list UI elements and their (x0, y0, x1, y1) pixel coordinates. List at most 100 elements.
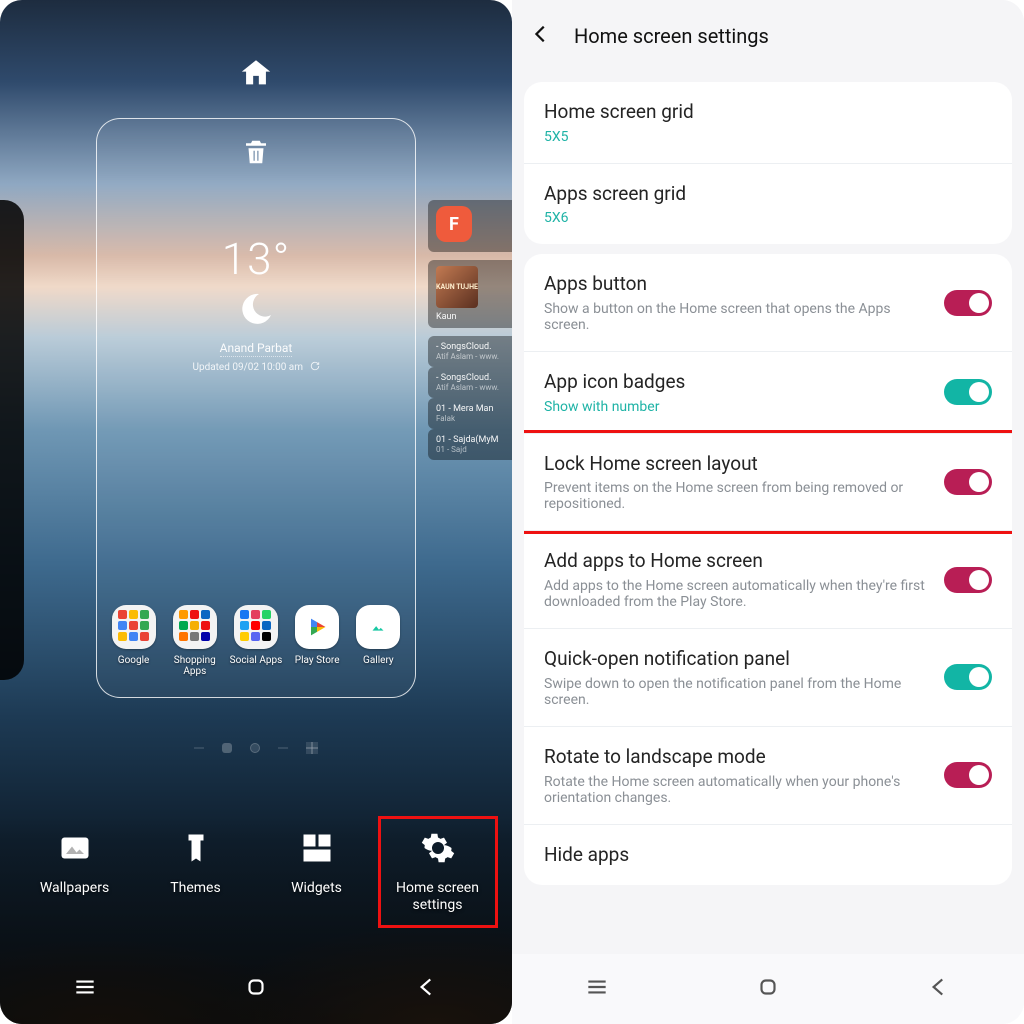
action-label: Home screen settings (383, 880, 493, 914)
track-title: - SongsCloud. (436, 342, 510, 352)
home-screen-settings-icon (420, 830, 456, 870)
home-page-thumbnail[interactable]: 13° Anand Parbat Updated 09/02 10:00 am … (96, 118, 416, 698)
setting-add-apps-to-home-screen[interactable]: Add apps to Home screen Add apps to the H… (524, 530, 1012, 628)
flipboard-icon: F (436, 206, 472, 242)
themes-button[interactable]: Themes (141, 830, 251, 914)
default-home-indicator-icon[interactable] (239, 56, 273, 94)
weather-updated: Updated 09/02 10:00 am (97, 361, 415, 374)
system-nav-bar (0, 954, 512, 1024)
queue-track[interactable]: - SongsCloud.Atif Aslam - www. (428, 336, 512, 367)
weather-location: Anand Parbat (220, 341, 293, 357)
nav-recents-button[interactable] (72, 974, 98, 1004)
queue-track[interactable]: 01 - Mera ManFalak (428, 398, 512, 429)
nav-recents-button[interactable] (584, 974, 610, 1004)
setting-subtitle: 5X6 (544, 210, 978, 226)
app-label: Gallery (363, 655, 394, 666)
setting-title: Quick-open notification panel (544, 647, 930, 672)
weather-temp: 13° (97, 233, 415, 285)
app-gallery[interactable]: Gallery (350, 605, 406, 677)
nav-home-button[interactable] (755, 974, 781, 1004)
play-store-icon (295, 605, 339, 649)
setting-subtitle: Swipe down to open the notification pane… (544, 676, 930, 708)
nav-back-button[interactable] (414, 974, 440, 1004)
music-title: Kaun (436, 312, 510, 322)
music-widget[interactable]: KAUN TUJHE Kaun (428, 260, 512, 328)
toggle-app-icon-badges[interactable] (944, 379, 992, 405)
next-page-peek[interactable]: F KAUN TUJHE Kaun - SongsCloud.Atif Asla… (428, 200, 512, 460)
toggle-add-apps-to-home-screen[interactable] (944, 567, 992, 593)
setting-apps-button[interactable]: Apps buttonShow a button on the Home scr… (524, 254, 1012, 351)
track-artist: Atif Aslam - www. (436, 383, 510, 392)
page-title: Home screen settings (574, 24, 769, 48)
app-label: Shopping Apps (167, 655, 223, 677)
flipboard-widget[interactable]: F (428, 200, 512, 252)
wallpapers-icon (57, 830, 93, 870)
track-artist: 01 - Sajd (436, 445, 510, 454)
setting-rotate-to-landscape-mode[interactable]: Rotate to landscape mode Rotate the Home … (524, 726, 1012, 824)
queue-track[interactable]: - SongsCloud.Atif Aslam - www. (428, 367, 512, 398)
page-indicator[interactable] (194, 742, 318, 754)
back-button[interactable] (530, 23, 552, 50)
app-label: Social Apps (230, 655, 283, 666)
weather-widget[interactable]: 13° Anand Parbat Updated 09/02 10:00 am (97, 233, 415, 374)
setting-title: Rotate to landscape mode (544, 745, 930, 770)
setting-home-screen-grid[interactable]: Home screen grid5X5 (524, 82, 1012, 163)
folder-icon (112, 605, 156, 649)
nav-back-button[interactable] (926, 974, 952, 1004)
setting-quick-open-notification-panel[interactable]: Quick-open notification panel Swipe down … (524, 628, 1012, 726)
action-label: Themes (170, 880, 220, 897)
settings-group: Home screen grid5X5 Apps screen grid 5X6 (524, 82, 1012, 244)
home-screen-settings-screen: Home screen settings Home screen grid5X5… (512, 0, 1024, 1024)
widgets-button[interactable]: Widgets (262, 830, 372, 914)
toggle-quick-open-notification-panel[interactable] (944, 664, 992, 690)
setting-subtitle: Prevent items on the Home screen from be… (544, 480, 930, 512)
setting-title: Hide apps (544, 843, 978, 868)
action-label: Widgets (291, 880, 342, 897)
setting-subtitle: Show with number (544, 399, 930, 415)
track-artist: Falak (436, 414, 510, 423)
editor-action-bar: Wallpapers Themes Widgets Home screen setti… (0, 830, 512, 914)
gallery-icon (356, 605, 400, 649)
setting-subtitle: 5X5 (544, 129, 978, 145)
queue-track[interactable]: 01 - Sajda(MyM01 - Sajd (428, 429, 512, 460)
folder-icon (173, 605, 217, 649)
setting-lock-home-screen-layout[interactable]: Lock Home screen layoutPrevent items on … (524, 433, 1012, 531)
wallpapers-button[interactable]: Wallpapers (20, 830, 130, 914)
moon-icon (238, 291, 274, 327)
app-label: Google (118, 655, 150, 666)
app-google[interactable]: Google (106, 605, 162, 677)
settings-group: Apps buttonShow a button on the Home scr… (524, 254, 1012, 885)
track-title: - SongsCloud. (436, 373, 510, 383)
app-play-store[interactable]: Play Store (289, 605, 345, 677)
setting-apps-screen-grid[interactable]: Apps screen grid 5X6 (524, 163, 1012, 245)
track-title: 01 - Sajda(MyM (436, 435, 510, 445)
setting-title: App icon badges (544, 370, 930, 395)
folder-icon (234, 605, 278, 649)
setting-app-icon-badges[interactable]: App icon badges Show with number (524, 351, 1012, 433)
refresh-icon (310, 361, 320, 374)
setting-title: Apps button (544, 272, 930, 297)
home-screen-settings-button[interactable]: Home screen settings (383, 830, 493, 914)
delete-page-button[interactable] (97, 137, 415, 171)
app-bar: Home screen settings (512, 0, 1024, 72)
setting-hide-apps[interactable]: Hide apps (524, 824, 1012, 886)
track-artist: Atif Aslam - www. (436, 352, 510, 361)
action-label: Wallpapers (40, 880, 109, 897)
track-title: 01 - Mera Man (436, 404, 510, 414)
nav-home-button[interactable] (243, 974, 269, 1004)
setting-subtitle: Add apps to the Home screen automaticall… (544, 578, 930, 610)
setting-subtitle: Rotate the Home screen automatically whe… (544, 774, 930, 806)
toggle-lock-home-screen-layout[interactable] (944, 469, 992, 495)
app-shopping-apps[interactable]: Shopping Apps (167, 605, 223, 677)
home-editor-screen: 13° Anand Parbat Updated 09/02 10:00 am … (0, 0, 512, 1024)
widgets-icon (299, 830, 335, 870)
app-social-apps[interactable]: Social Apps (228, 605, 284, 677)
setting-title: Apps screen grid (544, 182, 978, 207)
dock-row: Google Shopping Apps Social Apps Play Store… (97, 605, 415, 677)
toggle-rotate-to-landscape-mode[interactable] (944, 762, 992, 788)
app-label: Play Store (295, 655, 340, 666)
prev-page-peek[interactable] (0, 200, 24, 680)
setting-title: Add apps to Home screen (544, 549, 930, 574)
settings-list[interactable]: Home screen grid5X5Apps screen grid5X6Ap… (512, 72, 1024, 1024)
toggle-apps-button[interactable] (944, 290, 992, 316)
